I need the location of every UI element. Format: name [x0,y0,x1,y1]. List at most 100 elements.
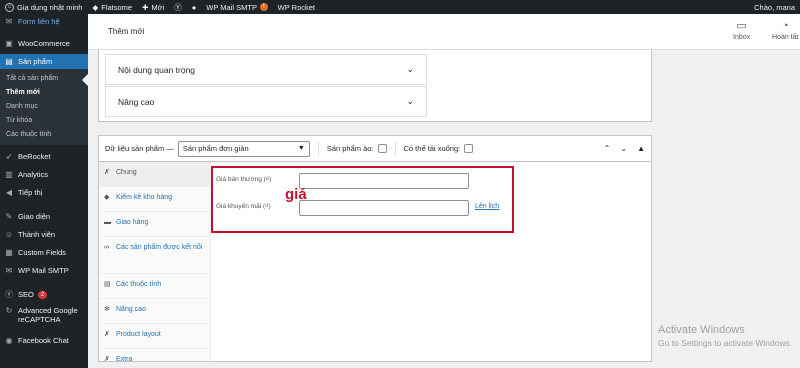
sidebar-item-label: BeRocket [18,152,51,161]
users-icon: ☺ [4,230,14,239]
product-data-tabs: ✗ Chung ◆ Kiểm kê kho hàng ▬ Giao hàng ∞… [99,162,211,363]
page-header: Thêm mới ▭ Inbox ◔ Hoàn tất [88,14,800,50]
sidebar-item-wp-mail-smtp[interactable]: ✉ WP Mail SMTP [0,263,88,278]
sidebar-item-berocket[interactable]: ➶ BeRocket [0,149,88,164]
inventory-icon: ◆ [104,194,110,201]
theme-label: Flatsome [101,2,133,12]
fields-icon: ▦ [5,248,13,257]
product-data-label: Dữ liệu sản phẩm — [105,144,174,153]
page-title: Thêm mới [108,27,145,36]
plus-icon: ✚ [142,2,149,12]
sidebar-item-label: Sản phẩm [18,57,53,66]
divider [394,141,396,156]
tab-inventory[interactable]: ◆ Kiểm kê kho hàng [99,187,210,212]
inbox-button[interactable]: ▭ Inbox [733,20,750,41]
wp-rocket-label: WP Rocket [277,2,316,12]
tab-label: Chung [116,169,137,176]
sidebar-item-products[interactable]: ▤ Sản phẩm [0,54,88,69]
admin-bar: ⌂ Gia dụng nhật minh ◆ Flatsome ✚ Mới Ⓨ … [0,0,800,14]
greeting: Chào, mana [754,2,795,12]
tab-label: Extra [116,356,133,363]
chevron-down-icon: ⌄ [406,96,414,106]
gear-icon: ✻ [104,306,110,313]
tab-extra[interactable]: ✗ Extra [99,349,210,368]
collapse-icon[interactable]: ▲ [637,144,645,153]
wrench-icon: ✗ [104,331,110,338]
yoast-menu[interactable]: Ⓨ [169,0,187,14]
sidebar-item-label: Form liên hệ [18,17,60,26]
sidebar-item-label: Giao diện [18,212,51,221]
product-type-select[interactable]: Sản phẩm đơn giản ▼ [177,140,310,157]
tab-general[interactable]: ✗ Chung [99,162,210,187]
wp-mail-smtp-menu[interactable]: WP Mail SMTP ! [201,0,272,14]
rocket-icon: ➶ [5,152,13,161]
tab-advanced[interactable]: ✻ Nâng cao [99,299,210,324]
link-icon: ∞ [104,244,109,251]
price-highlight-box [211,166,514,233]
accordion-label: Nâng cao [118,96,155,107]
sidebar-item-label: WooCommerce [18,39,70,48]
sidebar-item-label: Thành viên [18,230,56,239]
tab-label: Giao hàng [116,219,149,226]
captcha-icon: ↻ [5,306,13,315]
downloadable-checkbox[interactable] [464,144,474,153]
sidebar-item-label: Analytics [18,170,49,179]
products-icon: ▤ [5,57,13,66]
submenu-item-all-products[interactable]: Tất cả sản phẩm [0,71,88,85]
submenu-item-attributes[interactable]: Các thuộc tính [0,127,88,141]
flatsome-icon: ◆ [92,2,99,12]
tab-label: Kiểm kê kho hàng [116,194,173,201]
tab-shipping[interactable]: ▬ Giao hàng [99,212,210,237]
accordion-advanced[interactable]: Nâng cao ⌄ [105,86,427,117]
theme-menu[interactable]: ◆ Flatsome [87,0,137,14]
megaphone-icon: ◀ [5,188,13,197]
sidebar-item-users[interactable]: ☺ Thành viên [0,227,88,242]
tab-attributes[interactable]: ▤ Các thuộc tính [99,274,210,299]
finish-button[interactable]: ◔ Hoàn tất [772,20,798,41]
sidebar-item-facebook-chat[interactable]: ◉ Facebook Chat [0,333,88,348]
tab-product-layout[interactable]: ✗ Product layout [99,324,210,349]
sidebar-item-seo[interactable]: Ⓨ SEO 2 [0,287,88,302]
paintbrush-icon: ✎ [5,212,13,221]
finish-label: Hoàn tất [772,34,799,41]
analytics-icon: ▥ [5,170,13,179]
site-menu[interactable]: ⌂ Gia dụng nhật minh [0,0,87,14]
yoast-icon: Ⓨ [174,2,182,12]
sidebar-item-label: Tiếp thị [18,188,43,197]
sidebar-item-recaptcha[interactable]: ↻ Advanced Google reCAPTCHA [0,306,88,330]
tab-linked-products[interactable]: ∞ Các sản phẩm được kết nối [99,237,210,274]
home-icon: ⌂ [5,2,14,12]
sidebar-item-label: Facebook Chat [18,336,69,345]
divider [317,141,319,156]
sidebar-item-marketing[interactable]: ◀ Tiếp thị [0,185,88,200]
sidebar-item-label: Custom Fields [18,248,66,257]
sidebar-item-contact-form[interactable]: ✉ Form liên hệ [0,14,88,29]
submenu-item-tags[interactable]: Từ khóa [0,113,88,127]
sidebar-item-custom-fields[interactable]: ▦ Custom Fields [0,245,88,260]
panel-tools: ⌃ ⌄ ▲ [604,144,645,153]
virtual-checkbox[interactable] [377,144,387,153]
chevron-down-icon: ⌄ [406,64,414,74]
sidebar-item-woocommerce[interactable]: ▣ WooCommerce [0,36,88,51]
watermark-title: Activate Windows [658,324,745,336]
mail-icon: ✉ [5,17,13,26]
move-up-icon[interactable]: ⌃ [604,144,611,153]
new-menu[interactable]: ✚ Mới [137,0,169,14]
product-data-header: Dữ liệu sản phẩm — Sản phẩm đơn giản ▼ S… [98,135,652,162]
woocommerce-icon: ▣ [5,39,13,48]
virtual-label: Sản phẩm ảo: [326,144,374,153]
price-annotation-label: giá [285,186,307,203]
tab-label: Các thuộc tính [116,281,162,288]
account-menu[interactable]: Chào, mana [749,0,800,14]
status-dot-menu[interactable]: ● [187,0,202,14]
wp-rocket-menu[interactable]: WP Rocket [273,0,320,14]
status-dot-icon: ● [191,2,197,12]
submenu-item-categories[interactable]: Danh mục [0,99,88,113]
accordion-label: Nội dung quan trọng [118,64,196,75]
sidebar-item-appearance[interactable]: ✎ Giao diện [0,209,88,224]
list-icon: ▤ [104,281,111,288]
move-down-icon[interactable]: ⌄ [620,144,627,153]
sidebar-item-analytics[interactable]: ▥ Analytics [0,167,88,182]
accordion-important-content[interactable]: Nội dung quan trọng ⌄ [105,54,427,85]
submenu-item-add-new[interactable]: Thêm mới [0,85,88,99]
